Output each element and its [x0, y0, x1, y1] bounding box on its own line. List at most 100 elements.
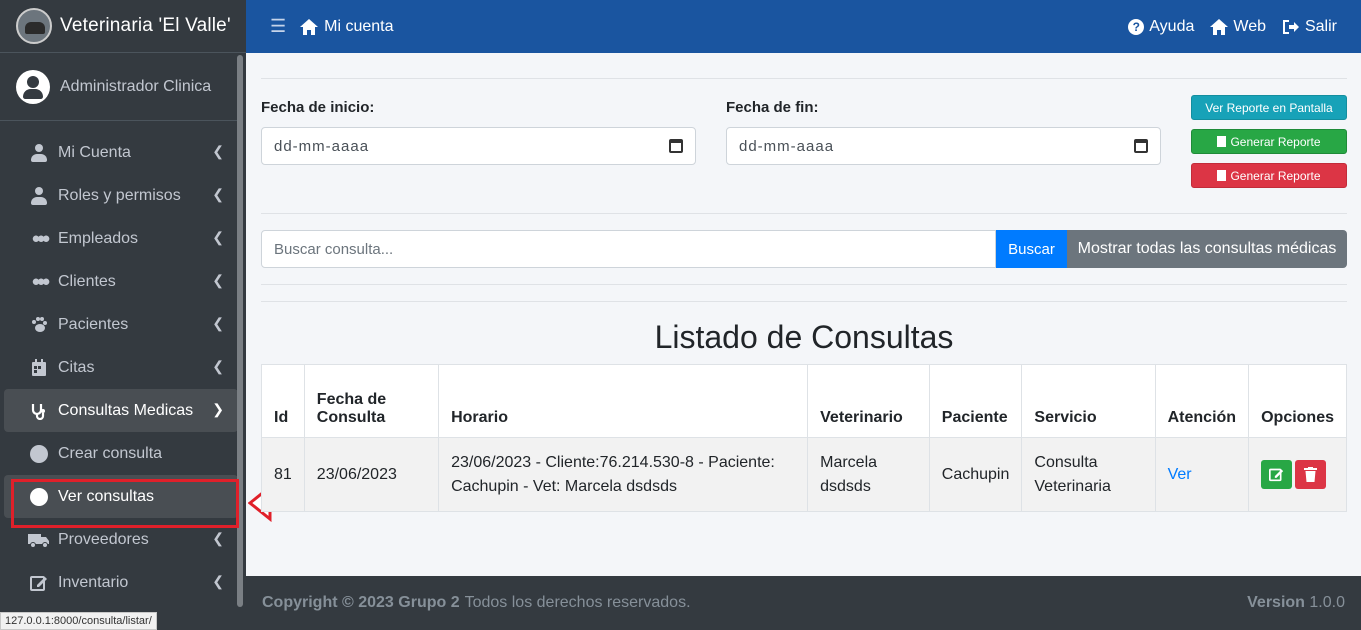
sidebar-item-label: Empleados	[58, 229, 139, 247]
sidebar-item-crear-consulta[interactable]: Crear consulta	[4, 432, 238, 475]
view-report-button[interactable]: Ver Reporte en Pantalla	[1191, 95, 1347, 120]
show-all-button[interactable]: Mostrar todas las consultas médicas	[1067, 230, 1347, 268]
sidebar-item-mi-cuenta[interactable]: Mi Cuenta ❮	[4, 131, 238, 174]
search-button[interactable]: Buscar	[996, 230, 1067, 268]
web-link[interactable]: Web	[1210, 18, 1266, 36]
stethoscope-icon	[28, 402, 50, 420]
version-number: 1.0.0	[1309, 594, 1345, 611]
sidebar-item-label: Proveedores	[58, 530, 149, 548]
column-header: Paciente	[928, 364, 1023, 438]
end-date-input[interactable]: dd-mm-aaaa	[726, 127, 1161, 165]
excel-file-icon	[1217, 136, 1227, 147]
edit-button[interactable]	[1261, 459, 1293, 489]
sidebar-item-label: Clientes	[58, 272, 116, 290]
column-header: Horario	[438, 364, 809, 438]
column-header: Atención	[1154, 364, 1250, 438]
home-icon	[1210, 18, 1229, 35]
chevron-left-icon: ❮	[212, 530, 224, 546]
edit-icon	[1269, 468, 1284, 481]
status-url: 127.0.0.1:8000/consulta/listar/	[0, 612, 157, 630]
search-placeholder: Buscar consulta...	[274, 240, 394, 258]
chevron-left-icon: ❮	[212, 573, 224, 589]
table-row: 81 23/06/2023 23/06/2023 - Cliente:76.21…	[261, 437, 1347, 512]
logout-link[interactable]: Salir	[1282, 18, 1337, 36]
calendar-icon	[28, 358, 50, 377]
brand-link[interactable]: Veterinaria 'El Valle'	[0, 0, 246, 53]
delete-button[interactable]	[1295, 459, 1327, 489]
truck-icon	[28, 531, 50, 549]
logout-label: Salir	[1304, 17, 1337, 35]
cell-id: 81	[261, 437, 305, 512]
cell-opciones	[1248, 437, 1347, 512]
chevron-left-icon: ❮	[212, 143, 224, 159]
user-panel[interactable]: Administrador Clinica	[0, 53, 238, 121]
menu-icon[interactable]: ☰	[270, 16, 286, 37]
sidebar-item-citas[interactable]: Citas ❮	[4, 346, 238, 389]
cell-veterinario: Marcela dsdsds	[807, 437, 930, 512]
view-report-label: Ver Reporte en Pantalla	[1205, 100, 1333, 115]
divider	[261, 284, 1347, 285]
pdf-file-icon	[1217, 170, 1227, 181]
end-date-label: Fecha de fin:	[726, 99, 819, 116]
consultas-table: Id Fecha de Consulta Horario Veterinario…	[261, 364, 1347, 512]
divider	[261, 78, 1347, 79]
calendar-icon[interactable]	[1134, 139, 1148, 153]
user-icon	[28, 186, 50, 205]
divider	[261, 213, 1347, 214]
cell-horario: 23/06/2023 - Cliente:76.214.530-8 - Paci…	[438, 437, 809, 512]
column-header: Id	[261, 364, 305, 438]
sidebar-item-inventario[interactable]: Inventario ❮	[4, 561, 238, 604]
sidebar-item-pacientes[interactable]: Pacientes ❮	[4, 303, 238, 346]
chevron-left-icon: ❮	[212, 272, 224, 288]
help-label: Ayuda	[1149, 17, 1195, 35]
sidebar-item-empleados[interactable]: ●●● Empleados ❮	[4, 217, 238, 260]
search-input[interactable]: Buscar consulta...	[261, 230, 996, 268]
cell-fecha: 23/06/2023	[303, 437, 440, 512]
calendar-icon[interactable]	[669, 139, 683, 153]
edit-icon	[28, 574, 50, 592]
user-icon	[28, 143, 50, 162]
footer: Copyright © 2023 Grupo 2 Todos los derec…	[246, 576, 1361, 630]
view-link[interactable]: Ver	[1168, 466, 1192, 483]
logout-icon	[1282, 19, 1299, 34]
top-navbar: ☰ Mi cuenta ? Ayuda Web Salir	[246, 0, 1361, 53]
sidebar-item-label: Crear consulta	[58, 444, 163, 462]
search-row: Buscar consulta... Buscar Mostrar todas …	[261, 230, 1347, 268]
help-link[interactable]: ? Ayuda	[1128, 18, 1194, 36]
users-icon: ●●●	[31, 230, 50, 247]
trash-icon	[1304, 466, 1318, 482]
sidebar-item-roles[interactable]: Roles y permisos ❮	[4, 174, 238, 217]
end-date-placeholder: dd-mm-aaaa	[739, 137, 835, 155]
sidebar-item-clientes[interactable]: ●●● Clientes ❮	[4, 260, 238, 303]
page-title: Listado de Consultas	[654, 319, 954, 355]
start-date-input[interactable]: dd-mm-aaaa	[261, 127, 696, 165]
column-header: Opciones	[1248, 364, 1347, 438]
start-date-placeholder: dd-mm-aaaa	[274, 137, 370, 155]
column-header: Veterinario	[807, 364, 930, 438]
start-date-label: Fecha de inicio:	[261, 99, 375, 116]
table-header-row: Id Fecha de Consulta Horario Veterinario…	[261, 364, 1347, 438]
version-label: Version	[1247, 594, 1305, 611]
sidebar-item-label: Pacientes	[58, 315, 129, 333]
footer-copyright: Copyright © 2023 Grupo 2	[262, 594, 460, 611]
pdf-report-button[interactable]: Generar Reporte	[1191, 163, 1347, 188]
excel-report-label: Generar Reporte	[1230, 134, 1321, 149]
circle-icon	[28, 444, 50, 463]
cell-servicio: Consulta Veterinaria	[1021, 437, 1156, 512]
sidebar: Veterinaria 'El Valle' Administrador Cli…	[0, 0, 246, 630]
home-label: Mi cuenta	[324, 17, 394, 35]
footer-rights: Todos los derechos reservados.	[464, 594, 691, 611]
sidebar-nav: Mi Cuenta ❮ Roles y permisos ❮ ●●● Emple…	[0, 121, 246, 604]
sidebar-item-consultas-medicas[interactable]: Consultas Medicas ❯	[4, 389, 238, 432]
footer-version: Version 1.0.0	[1247, 594, 1345, 612]
sidebar-item-label: Citas	[58, 358, 95, 376]
excel-report-button[interactable]: Generar Reporte	[1191, 129, 1347, 154]
chevron-down-icon: ❯	[212, 401, 224, 417]
sidebar-item-label: Inventario	[58, 573, 129, 591]
home-link[interactable]: Mi cuenta	[300, 17, 394, 36]
cell-paciente: Cachupin	[928, 437, 1023, 512]
paw-icon	[28, 316, 50, 334]
main-content: Fecha de inicio: dd-mm-aaaa Fecha de fin…	[246, 53, 1361, 576]
user-avatar-icon	[16, 69, 50, 104]
chevron-left-icon: ❮	[212, 229, 224, 245]
